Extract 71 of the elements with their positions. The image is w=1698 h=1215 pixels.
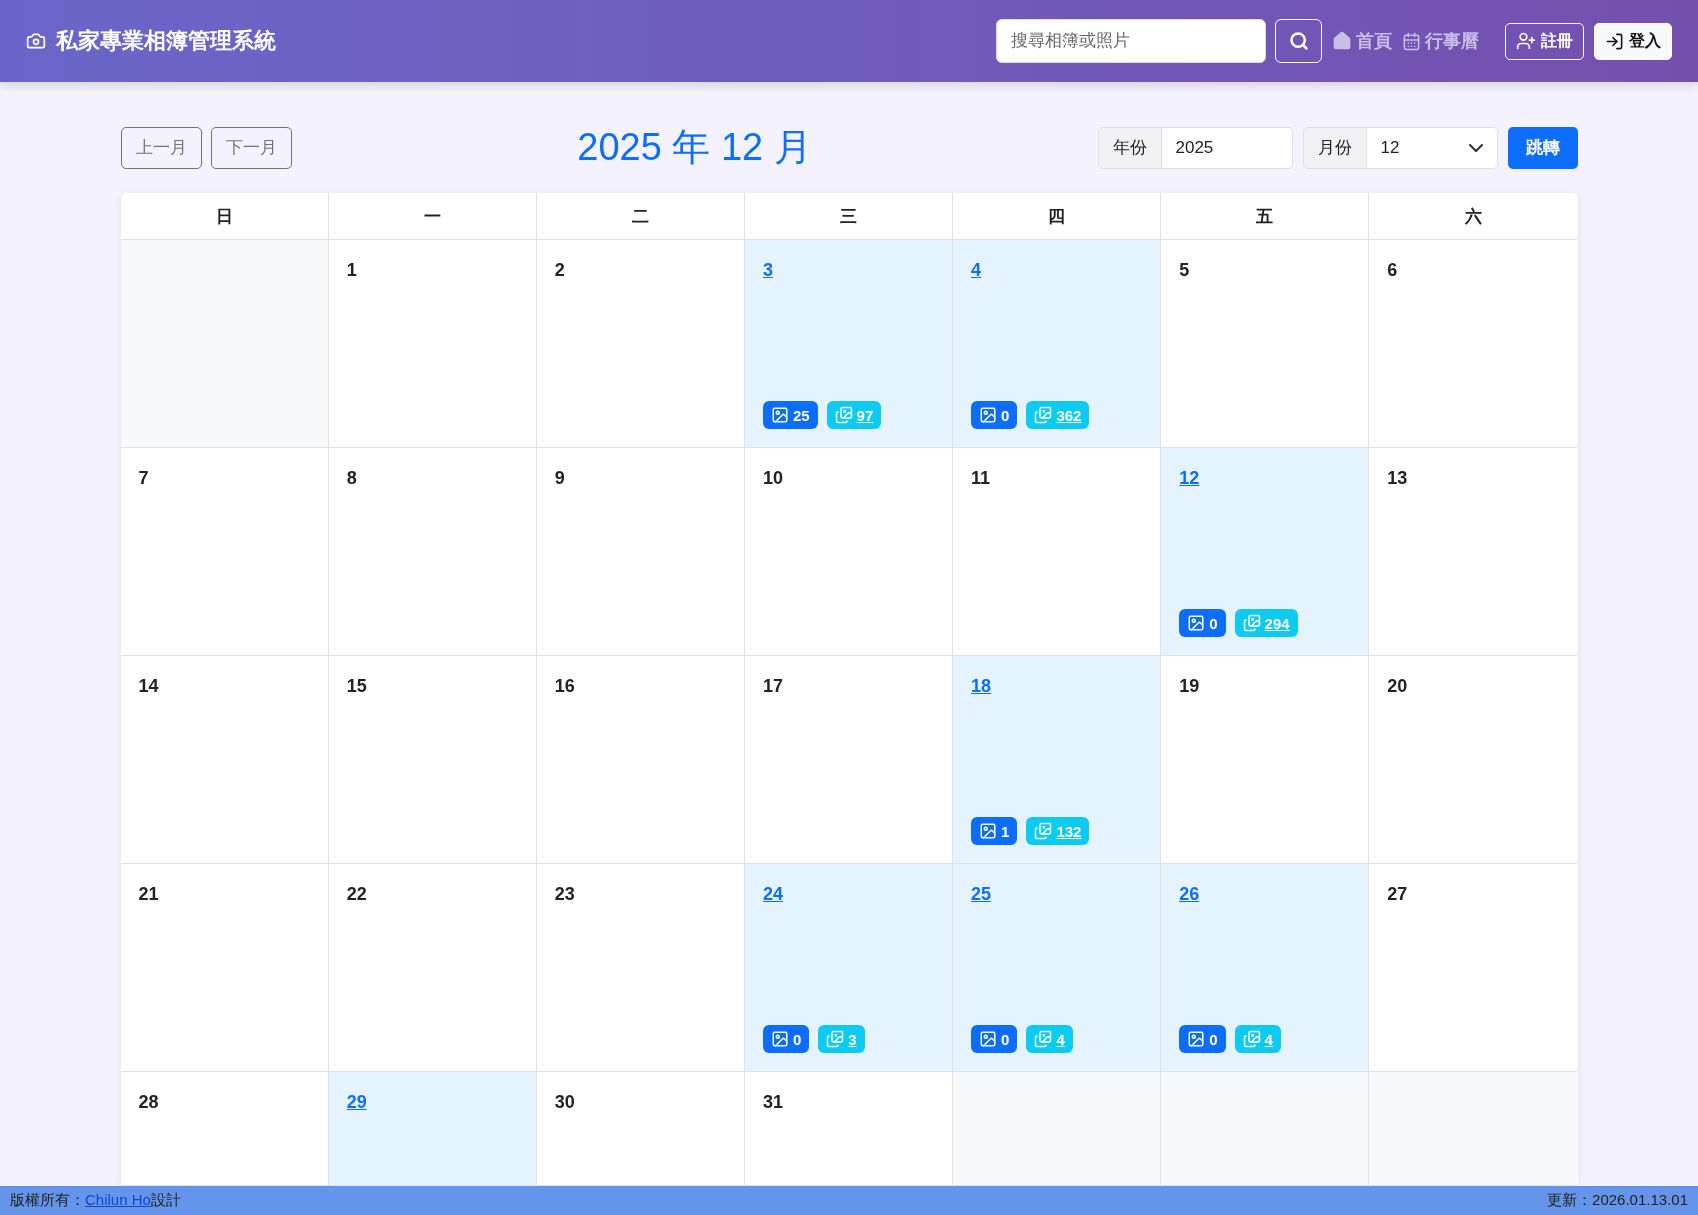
day-link[interactable]: 26 — [1179, 884, 1200, 905]
brand-title: 私家專業相簿管理系統 — [56, 27, 276, 55]
day-number: 28 — [138, 1092, 159, 1113]
next-month-button[interactable]: 下一月 — [210, 126, 292, 169]
day-number: 11 — [971, 468, 991, 489]
album-count-badge[interactable]: 0 — [1179, 1025, 1226, 1053]
month-title: 2025 年 12 月 — [577, 125, 812, 170]
day-link[interactable]: 18 — [971, 676, 992, 697]
day-cell[interactable]: 12 0 294 — [1161, 448, 1370, 656]
home-icon — [1332, 31, 1352, 51]
day-link[interactable]: 12 — [1179, 468, 1200, 489]
day-number: 5 — [1179, 260, 1190, 281]
day-cell[interactable]: 4 0 362 — [953, 240, 1162, 448]
prev-month-button[interactable]: 上一月 — [120, 126, 202, 169]
day-link[interactable]: 25 — [971, 884, 992, 905]
search-button[interactable] — [1275, 19, 1322, 63]
day-number: 8 — [346, 468, 357, 489]
day-cell[interactable]: 24 0 3 — [744, 864, 954, 1072]
login-button[interactable]: 登入 — [1594, 22, 1672, 60]
day-number: 21 — [138, 884, 159, 905]
album-count-badge[interactable]: 25 — [762, 401, 818, 429]
day-number: 30 — [554, 1092, 575, 1113]
day-cell[interactable]: 18 1 132 — [953, 656, 1162, 864]
day-number: 19 — [1179, 676, 1200, 697]
search-icon — [1288, 31, 1309, 51]
nav-link[interactable]: 首頁 — [1332, 29, 1392, 53]
login-icon — [1605, 31, 1624, 51]
day-number: 14 — [138, 676, 159, 697]
day-link[interactable]: 29 — [346, 1092, 367, 1113]
day-number: 9 — [554, 468, 565, 489]
day-cell[interactable]: 3 25 97 — [744, 240, 954, 448]
day-link[interactable]: 4 — [971, 260, 982, 281]
day-number: 22 — [346, 884, 367, 905]
year-field[interactable]: 2025 — [1161, 126, 1293, 169]
album-count-badge[interactable]: 0 — [971, 401, 1018, 429]
search-field[interactable]: 搜尋相簿或照片 — [996, 19, 1266, 63]
album-count-badge[interactable]: 0 — [1179, 609, 1226, 637]
day-cell[interactable]: 25 0 4 — [953, 864, 1162, 1072]
year-label: 年份 — [1097, 126, 1162, 169]
day-number: 6 — [1387, 260, 1398, 281]
month-select[interactable]: 12 — [1366, 126, 1498, 169]
album-count-badge[interactable]: 1 — [971, 817, 1018, 845]
day-cell[interactable]: 26 0 4 — [1161, 864, 1370, 1072]
day-number: 2 — [554, 260, 565, 281]
go-button[interactable]: 跳轉 — [1507, 126, 1578, 169]
day-number: 31 — [762, 1092, 783, 1113]
month-label: 月份 — [1302, 126, 1367, 169]
day-cell[interactable]: 29 — [328, 1072, 537, 1186]
update-version: 更新：2026.01.13.01 — [1547, 1191, 1688, 1210]
camera-icon — [26, 31, 46, 51]
day-number: 23 — [554, 884, 575, 905]
day-number: 1 — [346, 260, 357, 281]
day-number: 27 — [1387, 884, 1408, 905]
album-count-badge[interactable]: 0 — [762, 1025, 810, 1053]
author-link[interactable]: Chilun Ho — [85, 1191, 151, 1208]
album-count-badge[interactable]: 0 — [971, 1025, 1018, 1053]
day-number: 16 — [554, 676, 575, 697]
nav-link[interactable]: 行事曆 — [1402, 29, 1479, 53]
chevron-down-icon — [1468, 143, 1483, 152]
register-button[interactable]: 註冊 — [1505, 22, 1584, 60]
day-number: 7 — [138, 468, 149, 489]
day-number: 15 — [346, 676, 367, 697]
copyright-text: 版權所有：Chilun Ho設計 — [10, 1191, 181, 1210]
day-link[interactable]: 3 — [762, 260, 773, 281]
day-link[interactable]: 24 — [762, 884, 783, 905]
day-number: 13 — [1387, 468, 1408, 489]
day-number: 17 — [762, 676, 783, 697]
day-number: 20 — [1387, 676, 1408, 697]
calendar-icon — [1402, 31, 1421, 51]
user-plus-icon — [1516, 31, 1536, 51]
day-number: 10 — [762, 468, 783, 489]
